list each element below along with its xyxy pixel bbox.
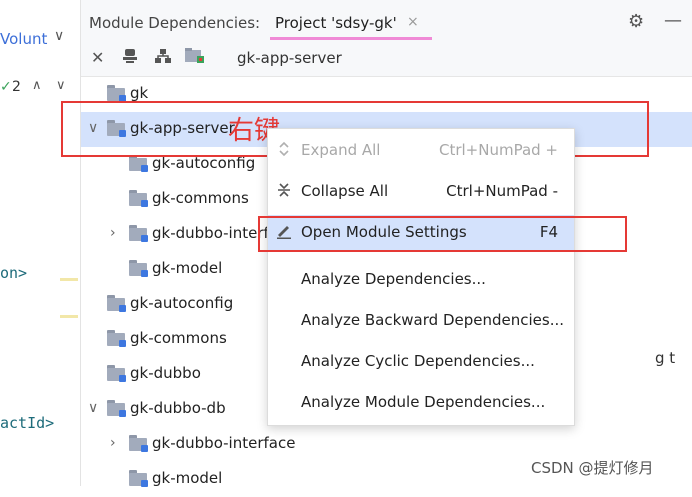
chevron-down-icon[interactable]: ∨ <box>54 28 64 44</box>
folder-icon <box>129 435 148 452</box>
chevron-right-icon[interactable]: › <box>110 225 116 241</box>
menu-item-label: Expand All <box>301 141 381 159</box>
inspection-count: 2 <box>12 79 21 95</box>
folder-icon <box>107 85 126 102</box>
chevron-right-icon[interactable]: › <box>110 435 116 451</box>
tree-row-label: gk-autoconfig <box>130 294 234 312</box>
tree-row-label: gk <box>130 84 149 102</box>
folder-icon <box>129 260 148 277</box>
context-menu: Expand All Ctrl+NumPad + Collapse All Ct… <box>267 128 575 426</box>
menu-item-shortcut: Ctrl+NumPad + <box>438 141 558 159</box>
editor-left-strip: Volunt ∨ ✓ 2 ∧ ∨ on> actId> <box>0 0 81 486</box>
menu-item-label: Analyze Module Dependencies... <box>301 393 546 411</box>
close-tab-icon[interactable]: × <box>407 14 419 30</box>
menu-item-analyze-module-dependencies[interactable]: Analyze Module Dependencies... <box>268 385 574 421</box>
module-folder-icon[interactable] <box>185 48 205 68</box>
highlight-mark <box>60 315 78 318</box>
export-icon[interactable] <box>123 48 137 68</box>
chevron-down-icon[interactable]: ∨ <box>56 78 66 93</box>
tree-row-label: gk-dubbo-interface <box>152 434 296 452</box>
folder-icon <box>107 365 126 382</box>
menu-item-label: Analyze Cyclic Dependencies... <box>301 352 535 370</box>
code-fragment: on> <box>0 264 28 282</box>
gear-icon[interactable]: ⚙ <box>628 11 644 32</box>
chevron-up-icon[interactable]: ∧ <box>32 78 42 93</box>
tree-row-label: gk-dubbo <box>130 364 201 382</box>
folder-icon <box>107 295 126 312</box>
menu-item-analyze-cyclic-dependencies[interactable]: Analyze Cyclic Dependencies... <box>268 344 574 380</box>
menu-item-analyze-dependencies[interactable]: Analyze Dependencies... <box>268 262 574 298</box>
expand-all-icon <box>276 141 292 161</box>
annotation-box-menu-item <box>258 216 627 252</box>
menu-item-label: Analyze Backward Dependencies... <box>301 311 564 329</box>
watermark: CSDN @提灯修月 <box>531 459 654 477</box>
active-tab-indicator <box>270 37 432 40</box>
collapse-all-icon <box>276 182 292 202</box>
folder-icon <box>107 330 126 347</box>
module-path-label: gk-app-server <box>237 49 342 67</box>
code-fragment: actId> <box>0 414 55 432</box>
editor-text-fragment: g t <box>655 349 676 367</box>
tree-row-label: gk-commons <box>152 189 249 207</box>
folder-icon <box>129 155 148 172</box>
highlight-mark <box>60 278 78 281</box>
tab-project[interactable]: Project 'sdsy-gk' <box>275 14 397 32</box>
folder-icon <box>129 470 148 487</box>
chevron-down-icon[interactable]: ∨ <box>88 400 98 416</box>
toolbar: ✕ gk-app-server <box>81 42 692 77</box>
menu-item-expand-all[interactable]: Expand All Ctrl+NumPad + <box>268 133 574 169</box>
tree-row-label: gk-model <box>152 469 223 487</box>
close-icon[interactable]: ✕ <box>91 48 104 67</box>
hierarchy-icon[interactable] <box>155 48 171 68</box>
tool-window-title: Module Dependencies: <box>89 14 261 32</box>
minimize-icon[interactable]: — <box>664 10 682 31</box>
tree-row-label: gk-dubbo-db <box>130 399 226 417</box>
menu-item-label: Analyze Dependencies... <box>301 270 486 288</box>
menu-item-collapse-all[interactable]: Collapse All Ctrl+NumPad - <box>268 174 574 210</box>
menu-item-label: Collapse All <box>301 182 389 200</box>
folder-icon <box>129 225 148 242</box>
editor-text-fragment: Volunt <box>0 30 48 48</box>
menu-item-shortcut: Ctrl+NumPad - <box>446 182 558 200</box>
tree-row-label: gk-model <box>152 259 223 277</box>
menu-item-analyze-backward-dependencies[interactable]: Analyze Backward Dependencies... <box>268 303 574 339</box>
check-icon: ✓ <box>0 79 12 95</box>
folder-icon <box>107 400 126 417</box>
tree-row-label: gk-commons <box>130 329 227 347</box>
tool-window-header: Module Dependencies: Project 'sdsy-gk' ×… <box>81 0 692 42</box>
folder-icon <box>129 190 148 207</box>
